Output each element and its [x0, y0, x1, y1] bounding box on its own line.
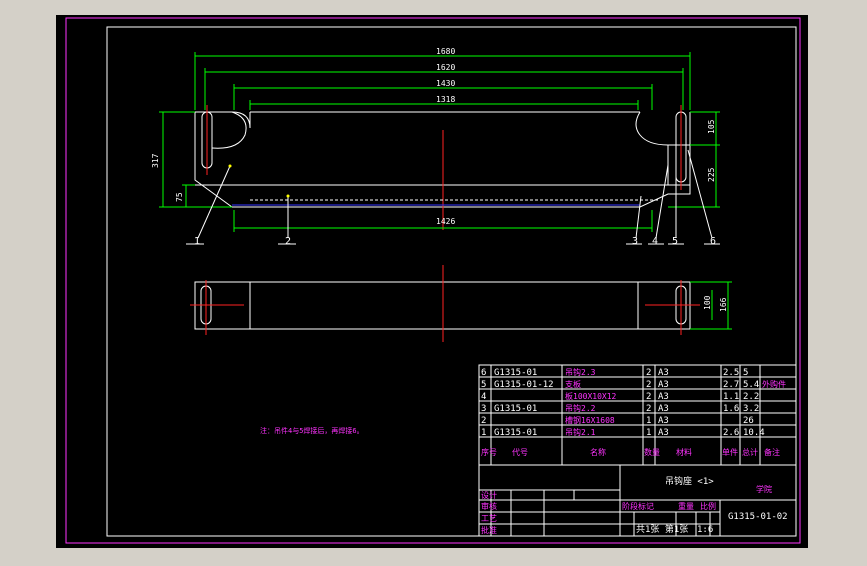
parts-cell-mat: A3	[658, 428, 669, 438]
leader-dot-1	[228, 164, 232, 168]
row-design: 设计	[481, 490, 497, 500]
dim-1430: 1430	[436, 79, 455, 88]
drawing-title: 吊钩座 <1>	[665, 475, 714, 487]
dim-100: 100	[703, 295, 712, 310]
dim-1318: 1318	[436, 95, 455, 104]
header-code: 代号	[512, 447, 528, 457]
part-marker-4: 4	[652, 236, 658, 247]
parts-cell-mat: A3	[658, 392, 669, 402]
parts-cell-no: 5	[481, 380, 486, 390]
technical-note: 注：吊件4与5焊接后，再焊接6。	[260, 426, 364, 435]
header-w1: 单件	[722, 447, 738, 457]
header-name: 名称	[590, 447, 606, 457]
parts-cell-no: 3	[481, 404, 486, 414]
parts-cell-qty: 2	[646, 404, 651, 414]
part-marker-6: 6	[710, 236, 716, 247]
parts-cell-no: 4	[481, 392, 486, 402]
header-no: 序号	[481, 447, 497, 457]
parts-cell-name: 吊钩2.2	[565, 403, 596, 413]
dim-317: 317	[151, 153, 160, 168]
parts-cell-name: 槽钢16X1608	[565, 415, 615, 425]
part-marker-3: 3	[632, 236, 638, 247]
parts-cell-w2: 10.4	[743, 428, 765, 438]
header-remark: 备注	[764, 447, 780, 457]
row-review: 审核	[481, 501, 497, 511]
parts-cell-code: G1315-01	[494, 404, 537, 414]
parts-cell-mat: A3	[658, 380, 669, 390]
parts-cell-mat: A3	[658, 404, 669, 414]
parts-cell-w2: 5	[743, 368, 748, 378]
parts-cell-qty: 2	[646, 392, 651, 402]
header-mat: 材料	[676, 447, 692, 457]
part-marker-2: 2	[285, 236, 291, 247]
ratio-label: 比例	[700, 501, 716, 511]
header-w2: 总计	[742, 447, 758, 457]
drawing-number: G1315-01-02	[728, 512, 788, 522]
parts-cell-name: 支板	[565, 379, 581, 389]
dim-1680: 1680	[436, 47, 455, 56]
parts-cell-qty: 1	[646, 428, 651, 438]
school-label: 学院	[756, 484, 772, 494]
parts-cell-no: 6	[481, 368, 486, 378]
leader-dot-2	[286, 194, 290, 198]
parts-cell-name: 吊钩2.1	[565, 427, 596, 437]
parts-cell-w2: 5.4	[743, 380, 759, 390]
parts-cell-no: 1	[481, 428, 486, 438]
parts-cell-w1: 2.6	[723, 428, 739, 438]
parts-cell-mat: A3	[658, 368, 669, 378]
sheet-info: 共1张 第1张	[636, 523, 688, 535]
part-marker-1: 1	[194, 236, 200, 247]
parts-cell-no: 2	[481, 416, 486, 426]
parts-cell-w2: 3.2	[743, 404, 759, 414]
parts-cell-w1: 1.1	[723, 392, 739, 402]
row-approve: 批准	[481, 525, 497, 535]
parts-cell-w2: 26	[743, 416, 754, 426]
dim-105: 105	[707, 119, 716, 134]
engineering-drawing: 1680 1620 1430 1318 1426 317 75 105 225	[0, 0, 867, 562]
parts-cell-w1: 1.6	[723, 404, 739, 414]
parts-cell-remark: 外购件	[762, 379, 786, 389]
parts-cell-w1: 2.7	[723, 380, 739, 390]
row-process: 工艺	[481, 514, 497, 523]
parts-cell-qty: 2	[646, 380, 651, 390]
weight-label: 重量	[678, 501, 694, 511]
dim-166: 166	[719, 297, 728, 312]
part-marker-5: 5	[672, 236, 678, 247]
cad-viewport: 1680 1620 1430 1318 1426 317 75 105 225	[0, 0, 867, 562]
parts-cell-w2: 2.2	[743, 392, 759, 402]
parts-cell-name: 板100X10X12	[565, 391, 617, 401]
parts-cell-code: G1315-01-12	[494, 380, 554, 390]
dim-1426: 1426	[436, 217, 455, 226]
parts-cell-name: 吊钩2.3	[565, 367, 596, 377]
parts-cell-w1: 2.5	[723, 368, 739, 378]
stage-label: 阶段标记	[622, 501, 654, 511]
parts-cell-qty: 1	[646, 416, 651, 426]
dim-225: 225	[707, 167, 716, 182]
dim-75: 75	[175, 192, 184, 202]
header-qty: 数量	[644, 447, 660, 457]
parts-cell-code: G1315-01	[494, 368, 537, 378]
parts-cell-code: G1315-01	[494, 428, 537, 438]
scale-value: 1:6	[697, 525, 713, 535]
dim-1620: 1620	[436, 63, 455, 72]
parts-cell-mat: A3	[658, 416, 669, 426]
parts-cell-qty: 2	[646, 368, 651, 378]
